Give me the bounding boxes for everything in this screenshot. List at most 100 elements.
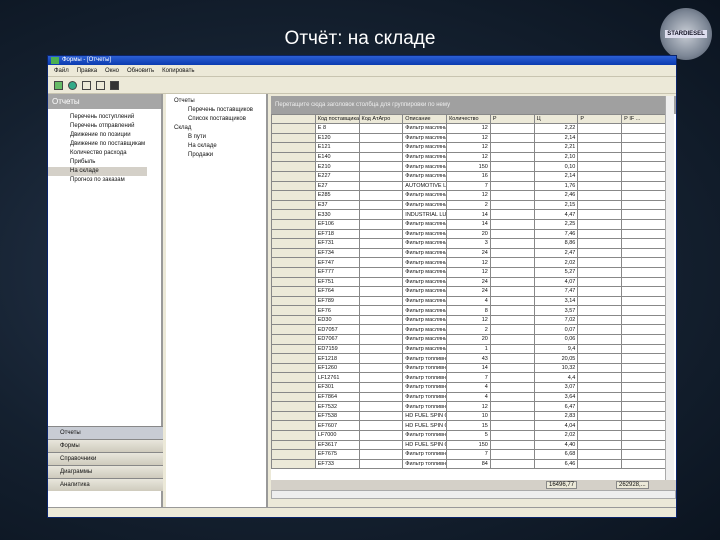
tree-item[interactable]: Прибыль — [48, 158, 161, 167]
menu-item[interactable]: Правка — [77, 68, 97, 74]
tree-item[interactable]: Перечень отправлений — [48, 122, 161, 131]
row-indicator[interactable] — [271, 228, 316, 240]
column-header[interactable]: Код АтАгро — [358, 114, 404, 124]
globe-icon[interactable] — [68, 80, 77, 90]
row-indicator[interactable] — [271, 458, 316, 470]
row-indicator[interactable] — [271, 266, 316, 278]
table-row[interactable]: E330 INDUSTRIAL LUBE EL14 4,47 — [271, 209, 666, 220]
folder-item[interactable]: На складе — [170, 143, 262, 152]
window-icon[interactable] — [96, 80, 105, 90]
folder-item[interactable]: Продажи — [170, 152, 262, 161]
tree-item[interactable]: Движение по поставщикам — [48, 140, 161, 149]
table-row[interactable]: EF747 Фильтр масляный12 2,02 — [271, 257, 666, 268]
table-row[interactable]: EF7538 HD FUEL SPIN ON ELE10 2,83 — [271, 410, 666, 422]
row-indicator[interactable] — [271, 209, 316, 220]
table-row[interactable]: EF734 Фильтр масляный24 2,47 — [271, 247, 666, 259]
table-row[interactable]: EF7607 HD FUEL SPIN ON ELE15 4,04 — [271, 420, 666, 431]
menu-item[interactable]: Окно — [105, 68, 119, 74]
table-row[interactable]: EF7532 Фильтр топливный TD12 6,47 — [271, 401, 666, 412]
nav-button[interactable]: Формы — [48, 439, 163, 452]
table-row[interactable]: EF733 Фильтр топливный TD84 6,46 — [271, 458, 666, 470]
tree-item[interactable]: Перечень поступлений — [48, 113, 161, 122]
table-row[interactable]: E27 AUTOMOTIVE LUBE S7 1,76 — [271, 180, 666, 192]
row-indicator[interactable] — [271, 276, 316, 288]
row-indicator[interactable] — [271, 123, 316, 134]
column-header[interactable]: Код поставщика — [314, 114, 360, 124]
menu-item[interactable]: Файл — [54, 68, 69, 74]
folder-item[interactable]: Отчеты — [170, 98, 262, 107]
row-indicator[interactable] — [271, 420, 316, 431]
row-indicator[interactable] — [271, 334, 316, 345]
row-indicator[interactable] — [271, 372, 316, 384]
row-indicator[interactable] — [271, 439, 316, 451]
column-header[interactable]: Р — [577, 114, 623, 124]
folder-item[interactable]: Список поставщиков — [170, 116, 262, 125]
row-indicator[interactable] — [271, 132, 316, 144]
nav-button[interactable]: Аналитика — [48, 478, 163, 491]
table-row[interactable]: E227 Фильтр масляный AL16 2,14 — [271, 170, 666, 182]
horizontal-scrollbar[interactable] — [271, 490, 676, 499]
row-indicator[interactable] — [271, 401, 316, 412]
row-indicator[interactable] — [271, 314, 316, 326]
nav-button[interactable]: Справочники — [48, 452, 163, 465]
table-row[interactable]: E37 Фильтр масляный AL2 2,15 — [271, 199, 666, 211]
row-indicator[interactable] — [271, 190, 316, 201]
columns-icon[interactable] — [82, 80, 91, 90]
row-indicator[interactable] — [271, 218, 316, 230]
tree-item[interactable]: Прогноз по заказам — [48, 176, 161, 185]
table-row[interactable]: ED7057 Фильтр масляный2 0,07 — [271, 324, 666, 336]
nav-button[interactable]: Диаграммы — [48, 465, 163, 478]
row-indicator[interactable] — [271, 362, 316, 374]
row-indicator[interactable] — [271, 286, 316, 297]
table-row[interactable]: ED30 Фильтр масляный AL12 7,02 — [271, 314, 666, 326]
table-row[interactable]: LF7000 Фильтр топливный TD5 2,02 — [271, 430, 666, 441]
row-indicator[interactable] — [271, 449, 316, 460]
table-row[interactable]: EF76 Фильтр масляный8 3,57 — [271, 305, 666, 316]
menu-item[interactable]: Обновить — [127, 68, 154, 74]
table-row[interactable]: E285 Фильтр масляный AL12 2,46 — [271, 190, 666, 201]
excel-icon[interactable] — [54, 80, 63, 90]
column-header[interactable]: Количество — [446, 114, 491, 124]
menu-item[interactable]: Копировать — [162, 68, 194, 74]
row-indicator[interactable] — [271, 382, 316, 393]
table-row[interactable]: EF7675 Фильтр топливный TD7 6,68 — [271, 449, 666, 460]
table-row[interactable]: EF106 Фильтр масляный14 2,25 — [271, 218, 666, 230]
tree-item[interactable]: Количество расхода — [48, 149, 161, 158]
table-row[interactable]: EF3617 HD FUEL SPIN ON TD150 4,40 — [271, 439, 666, 451]
table-row[interactable]: EF751 Фильтр масляный24 4,07 — [271, 276, 666, 288]
table-row[interactable]: E121 Фильтр масляный AL12 2,21 — [271, 142, 666, 153]
table-row[interactable]: EF1218 Фильтр топливный TD43 20,05 — [271, 353, 666, 364]
print-icon[interactable] — [110, 80, 119, 90]
row-indicator[interactable] — [271, 430, 316, 441]
column-header[interactable]: Ц — [533, 114, 579, 124]
row-indicator[interactable] — [271, 151, 316, 163]
row-indicator[interactable] — [271, 343, 316, 355]
table-row[interactable]: EF1260 Фильтр топливный TD14 10,32 — [271, 362, 666, 374]
row-indicator[interactable] — [271, 199, 316, 211]
table-row[interactable]: EF731 Фильтр масляный3 8,86 — [271, 238, 666, 249]
folder-item[interactable]: В пути — [170, 134, 262, 143]
vertical-scrollbar[interactable] — [665, 96, 674, 490]
table-row[interactable]: EF789 Фильтр масляный4 3,14 — [271, 295, 666, 307]
folder-item[interactable]: Склад — [170, 125, 262, 134]
table-row[interactable]: E210 Фильтр масляный150 0,10 — [271, 161, 666, 172]
table-row[interactable]: E140 Фильтр масляный AL12 2,10 — [271, 151, 666, 163]
row-indicator[interactable] — [271, 391, 316, 403]
table-row[interactable]: EF718 Фильтр масляный20 7,46 — [271, 228, 666, 240]
row-indicator[interactable] — [271, 142, 316, 153]
row-indicator[interactable] — [271, 324, 316, 336]
table-row[interactable]: EF301 Фильтр топливный TD4 3,07 — [271, 382, 666, 393]
tree-item[interactable]: Движение по позиции — [48, 131, 161, 140]
table-row[interactable]: EF7864 Фильтр топливный TD4 3,64 — [271, 391, 666, 403]
row-indicator[interactable] — [271, 353, 316, 364]
column-header[interactable]: Р IF ... — [621, 114, 666, 124]
table-row[interactable]: ED7159 Фильтр масляный1 9,4 — [271, 343, 666, 355]
table-row[interactable]: ED7067 Фильтр масляный20 0,06 — [271, 334, 666, 345]
table-row[interactable]: LF12761 Фильтр топливный7 4,4 — [271, 372, 666, 384]
tree-item[interactable]: На складе — [48, 167, 147, 176]
column-header[interactable]: Описание — [402, 114, 448, 124]
column-header[interactable]: Р — [489, 114, 535, 124]
row-indicator[interactable] — [271, 247, 316, 259]
row-indicator[interactable] — [271, 161, 316, 172]
row-indicator[interactable] — [271, 410, 316, 422]
